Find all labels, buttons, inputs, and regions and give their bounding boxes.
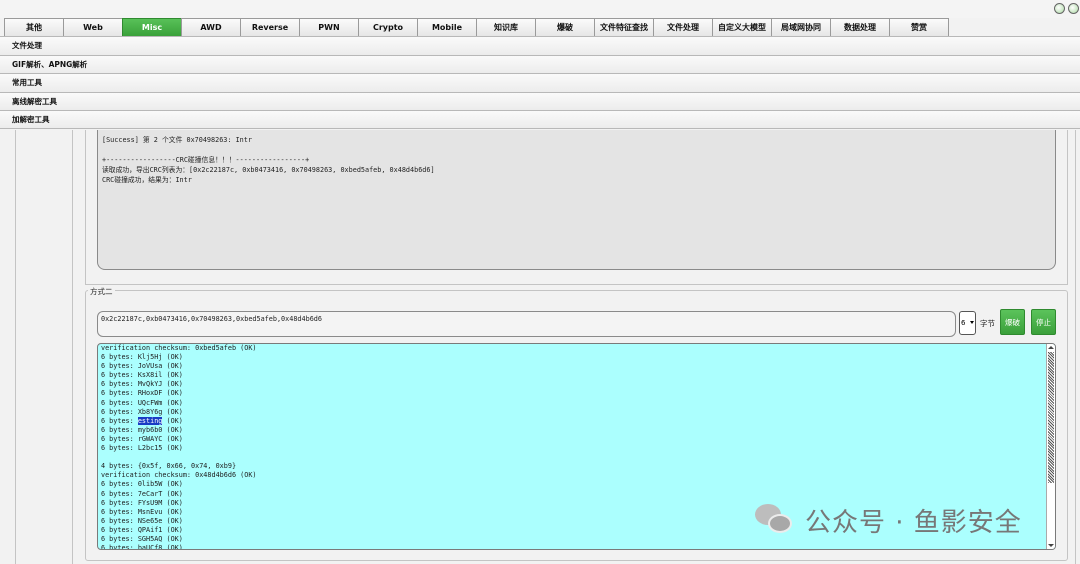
selected-text: esting xyxy=(137,416,163,425)
result-line: 6 bytes: rGWAYC (OK) xyxy=(101,434,183,443)
byte-length-select[interactable]: 6 xyxy=(959,311,976,335)
window-control-icon[interactable] xyxy=(1054,3,1065,14)
tab-item[interactable]: 文件处理 xyxy=(653,18,713,36)
log-line: CRC碰撞成功，结果为：Intr xyxy=(102,176,192,184)
result-line: 6 bytes: KsX8il (OK) xyxy=(101,371,183,380)
result-line: 6 bytes: QPAif1 (OK) xyxy=(101,525,183,534)
brute-force-button[interactable]: 爆破 xyxy=(1000,309,1025,335)
result-line: 6 bytes: UQcFWm (OK) xyxy=(101,398,183,407)
crc-log-output[interactable]: [Success] 第 2 个文件 0x70498263: Intr +-----… xyxy=(97,130,1056,270)
section-header[interactable]: 文件处理 xyxy=(0,36,1080,55)
result-line: 6 bytes: NSe65e (OK) xyxy=(101,516,183,525)
result-line: 4 bytes: {0x5f, 0x66, 0x74, 0xb9} xyxy=(101,462,237,471)
tab-item[interactable]: 其他 xyxy=(4,18,64,36)
log-line: 读取成功，导出CRC列表为：[0x2c22187c, 0xb0473416, 0… xyxy=(102,166,435,174)
section-header[interactable]: 离线解密工具 xyxy=(0,91,1080,110)
result-line: verification checksum: 0xbed5afeb (OK) xyxy=(101,344,257,352)
byte-length-label: 字节 xyxy=(980,319,995,328)
result-line: 6 bytes: JoVUsa (OK) xyxy=(101,362,183,371)
result-line: 6 bytes: SGH5AQ (OK) xyxy=(101,534,183,543)
result-line: verification checksum: 0x48d4b6d6 (OK) xyxy=(101,471,257,480)
result-text: verification checksum: 0xbed5afeb (OK) 6 … xyxy=(101,344,257,550)
scroll-thumb[interactable] xyxy=(1048,352,1054,483)
result-line: 6 bytes: 7eCarT (OK) xyxy=(101,489,183,498)
result-line: 6 bytes: myb6b0 (OK) xyxy=(101,425,183,434)
result-line-selected: 6 bytes: esting (OK) xyxy=(101,416,183,425)
divider xyxy=(1075,130,1076,564)
tab-item[interactable]: 知识库 xyxy=(476,18,536,36)
tab-item[interactable]: AWD xyxy=(181,18,241,36)
result-line: 6 bytes: RHoxDF (OK) xyxy=(101,389,183,398)
scroll-up-icon[interactable] xyxy=(1048,346,1054,349)
divider xyxy=(15,130,16,564)
byte-length-value: 6 xyxy=(961,319,966,327)
result-line: 6 bytes: 0lib5W (OK) xyxy=(101,480,183,489)
tab-item[interactable]: PWN xyxy=(299,18,359,36)
result-line: 6 bytes: Klj5Hj (OK) xyxy=(101,353,183,362)
result-scrollbar[interactable] xyxy=(1046,344,1055,549)
crc-list-input[interactable]: 0x2c22187c,0xb0473416,0x70498263,0xbed5a… xyxy=(97,311,956,337)
log-line: [Success] 第 2 个文件 0x70498263: Intr xyxy=(102,136,252,144)
result-line: 6 bytes: baUCf8 (OK) xyxy=(101,544,183,550)
tab-item[interactable]: Reverse xyxy=(240,18,300,36)
result-line: 6 bytes: MsnEvu (OK) xyxy=(101,507,183,516)
tab-item[interactable]: 局域网协同 xyxy=(771,18,831,36)
tab-item[interactable]: Web xyxy=(63,18,123,36)
section-header[interactable]: 加解密工具 xyxy=(0,110,1080,129)
scroll-down-icon[interactable] xyxy=(1048,544,1054,547)
result-line: 6 bytes: Xb8Y6g (OK) xyxy=(101,407,183,416)
chevron-down-icon xyxy=(970,321,974,324)
main-tab-bar: 其他 Web Misc AWD Reverse PWN Crypto Mobile 知识库 爆破文… xyxy=(4,18,949,36)
result-line: 6 bytes: L2bc15 (OK) xyxy=(101,444,183,453)
title-bar xyxy=(0,0,1080,18)
section-header[interactable]: GIF解析、APNG解析 xyxy=(0,54,1080,73)
wechat-icon xyxy=(755,504,795,536)
result-line xyxy=(101,453,257,462)
tab-item[interactable]: Misc xyxy=(122,18,182,36)
tab-item[interactable]: 数据处理 xyxy=(830,18,890,36)
tab-item[interactable]: 自定义大模型 xyxy=(712,18,772,36)
result-line: 6 bytes: FYsU9M (OK) xyxy=(101,498,183,507)
log-line: +-----------------CRC碰撞信息！！！------------… xyxy=(102,156,310,164)
divider xyxy=(72,130,73,564)
tab-item[interactable]: Mobile xyxy=(417,18,477,36)
stop-button[interactable]: 停止 xyxy=(1031,309,1056,335)
result-line: 6 bytes: MvQkYJ (OK) xyxy=(101,380,183,389)
tab-item[interactable]: 文件特征查找 xyxy=(594,18,654,36)
watermark-text: 公众号 · 鱼影安全 xyxy=(805,507,1022,538)
collapsible-sections: 文件处理 GIF解析、APNG解析 常用工具 离线解密工具 加解密工具 xyxy=(0,36,1080,129)
method2-title: 方式二 xyxy=(88,286,115,297)
tab-item[interactable]: 赞赏 xyxy=(889,18,949,36)
tab-item[interactable]: 爆破 xyxy=(535,18,595,36)
watermark: 公众号 · 鱼影安全 xyxy=(755,500,1022,540)
window-control-icon[interactable] xyxy=(1068,3,1079,14)
tab-item[interactable]: Crypto xyxy=(358,18,418,36)
section-header[interactable]: 常用工具 xyxy=(0,73,1080,92)
